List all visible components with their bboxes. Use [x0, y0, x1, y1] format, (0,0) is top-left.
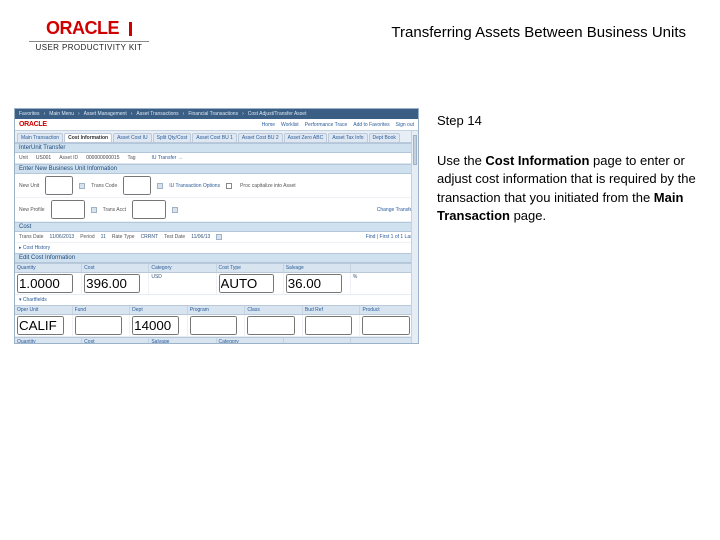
brand-logo: ORACLE USER PRODUCTIVITY KIT	[24, 18, 154, 52]
step-label: Step 14	[437, 112, 706, 130]
fund-input[interactable]	[75, 316, 122, 335]
tab-asset-cost-bu1[interactable]: Asset Cost BU 1	[192, 133, 237, 142]
salvage-input[interactable]	[286, 274, 342, 293]
scrollbar-thumb[interactable]	[413, 135, 417, 165]
app-tabs: Main Transaction Cost Information Asset …	[15, 131, 418, 143]
grid-nav[interactable]: Find | First 1 of 1 Last	[366, 234, 414, 240]
iu-options-link[interactable]: IU Transaction Options	[169, 183, 220, 189]
trans-code-input[interactable]	[123, 176, 151, 195]
step-text: Use the Cost Information page to enter o…	[437, 152, 706, 225]
tab-asset-zero-abc[interactable]: Asset Zero ABC	[284, 133, 328, 142]
capitalize-checkbox[interactable]	[226, 183, 232, 189]
section-interunit-transfer: InterUnit Transfer	[15, 143, 418, 153]
app-top-links: Home Worklist Performance Trace Add to F…	[262, 122, 418, 128]
class-input[interactable]	[247, 316, 294, 335]
section-edit-cost: Edit Cost Information	[15, 253, 418, 263]
lookup-icon[interactable]	[79, 183, 85, 189]
lookup-icon[interactable]	[91, 207, 97, 213]
oper-unit-input[interactable]	[17, 316, 64, 335]
new-unit-input[interactable]	[45, 176, 73, 195]
tab-main-transaction[interactable]: Main Transaction	[17, 133, 63, 142]
tab-asset-tax-info[interactable]: Asset Tax Info	[328, 133, 367, 142]
grid2-row	[15, 315, 418, 337]
instruction-panel: Step 14 Use the Cost Information page to…	[437, 108, 706, 344]
page-title: Transferring Assets Between Business Uni…	[391, 18, 696, 41]
change-transfer-link[interactable]: Change Transfer	[377, 207, 414, 213]
grid1-header: QuantityCost CategoryCost Type Salvage	[15, 263, 418, 273]
grid1-row: USD %	[15, 273, 418, 295]
app-screenshot: Favorites› Main Menu› Asset Management› …	[14, 108, 419, 344]
calendar-icon[interactable]	[216, 234, 222, 240]
lookup-icon[interactable]	[157, 183, 163, 189]
tab-cost-information[interactable]: Cost Information	[64, 133, 112, 142]
lookup-icon[interactable]	[172, 207, 178, 213]
tab-asset-cost-bu2[interactable]: Asset Cost BU 2	[238, 133, 283, 142]
grid2-header: Oper UnitFund DeptProgram ClassBud Ref P…	[15, 305, 418, 315]
tab-asset-cost-iu[interactable]: Asset Cost IU	[113, 133, 152, 142]
cost-input[interactable]	[84, 274, 140, 293]
cost-history-toggle[interactable]: ▸ Cost History	[15, 243, 418, 253]
breadcrumb: Favorites› Main Menu› Asset Management› …	[15, 109, 418, 119]
app-brand: ORACLE	[19, 121, 47, 128]
product-name: USER PRODUCTIVITY KIT	[29, 41, 149, 52]
tab-dept-book[interactable]: Dept Book	[369, 133, 400, 142]
section-cost: Cost	[15, 222, 418, 232]
program-input[interactable]	[190, 316, 237, 335]
brand-word: ORACLE	[46, 18, 119, 39]
qty-input[interactable]	[17, 274, 73, 293]
chartfields-toggle[interactable]: ▾ Chartfields	[15, 295, 418, 305]
trans-acct-input[interactable]	[132, 200, 166, 219]
product-input[interactable]	[362, 316, 409, 335]
section-new-bu: Enter New Business Unit Information	[15, 164, 418, 174]
tab-split-qty-cost[interactable]: Split Qty/Cost	[153, 133, 192, 142]
scrollbar[interactable]	[411, 131, 418, 343]
budref-input[interactable]	[305, 316, 352, 335]
brand-bar-icon	[129, 22, 132, 36]
category-input[interactable]	[219, 274, 275, 293]
dept-input[interactable]	[132, 316, 179, 335]
new-profile-input[interactable]	[51, 200, 85, 219]
grid3-header: QuantityCost SalvageCategory	[15, 337, 418, 344]
